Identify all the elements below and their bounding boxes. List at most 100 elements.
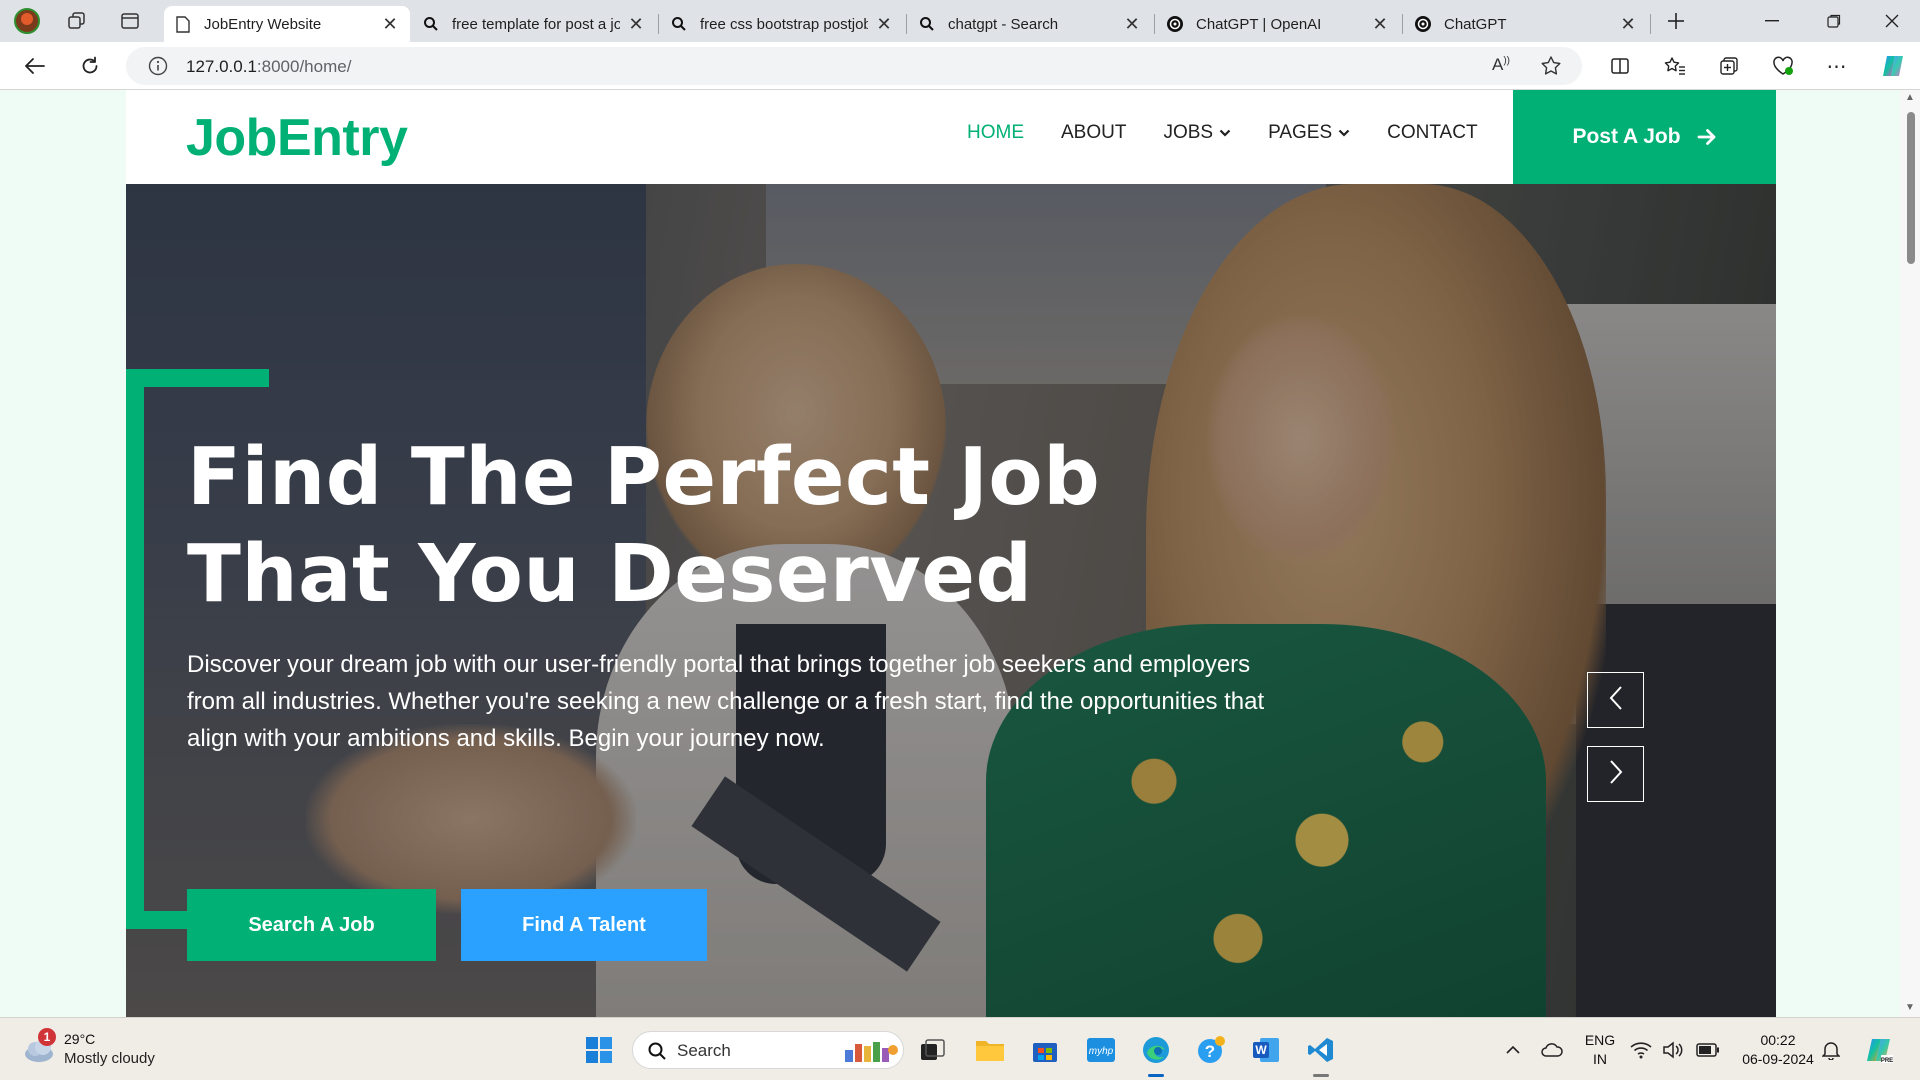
nav-about[interactable]: ABOUT	[1061, 122, 1126, 144]
vscode-icon[interactable]	[1302, 1031, 1340, 1069]
tab-actions-icon[interactable]	[117, 8, 143, 34]
close-icon[interactable]: ✕	[1370, 14, 1390, 34]
weather-temp: 29°C	[64, 1031, 96, 1047]
restore-icon[interactable]	[1806, 0, 1862, 42]
hero-carousel: Find The Perfect Job That You Deserved D…	[126, 184, 1776, 1017]
tab-title: chatgpt - Search	[948, 15, 1059, 33]
weather-widget[interactable]: 1 29°C Mostly cloudy	[22, 1028, 202, 1072]
page-scrollbar[interactable]: ▲ ▼	[1900, 90, 1920, 1017]
search-icon	[918, 15, 936, 33]
chevron-down-icon	[1219, 129, 1231, 137]
browser-tab-strip: JobEntry Website ✕ free template for pos…	[0, 0, 1920, 42]
address-bar[interactable]: 127.0.0.1:8000/home/ A))	[126, 47, 1582, 85]
post-job-button[interactable]: Post A Job	[1513, 90, 1776, 184]
word-icon[interactable]: W	[1247, 1031, 1285, 1069]
myhp-icon[interactable]: myhp	[1082, 1031, 1120, 1069]
minimize-icon[interactable]	[1744, 0, 1800, 42]
close-icon[interactable]: ✕	[1618, 14, 1638, 34]
site-info-icon[interactable]	[148, 56, 168, 81]
new-tab-icon[interactable]	[1663, 8, 1689, 34]
chevron-left-icon	[1608, 685, 1624, 716]
scroll-up-icon[interactable]: ▲	[1905, 92, 1915, 103]
copilot-taskbar-icon[interactable]: PRE	[1860, 1031, 1898, 1069]
tab-separator	[906, 14, 907, 34]
close-icon[interactable]: ✕	[626, 14, 646, 34]
volume-icon[interactable]	[1660, 1031, 1686, 1069]
microsoft-store-icon[interactable]	[1026, 1031, 1064, 1069]
hero-description: Discover your dream job with our user-fr…	[187, 651, 1265, 752]
refresh-icon[interactable]	[73, 50, 107, 82]
notification-bell-icon[interactable]	[1816, 1031, 1846, 1069]
more-menu-icon[interactable]: ⋯	[1820, 50, 1854, 82]
page-viewport: JobEntry HOME ABOUT JOBS PAGES CONTACT P…	[0, 90, 1900, 1017]
search-job-button[interactable]: Search A Job	[187, 889, 436, 961]
nav-jobs[interactable]: JOBS	[1163, 122, 1231, 144]
clock-date: 06-09-2024	[1742, 1051, 1814, 1067]
task-view-icon[interactable]	[914, 1031, 952, 1069]
nav-contact[interactable]: CONTACT	[1387, 122, 1477, 144]
copilot-icon[interactable]	[1876, 50, 1910, 82]
chevron-up-icon[interactable]	[1494, 1031, 1532, 1069]
tab-separator	[1402, 14, 1403, 34]
tab-title: ChatGPT	[1444, 15, 1507, 33]
scroll-down-icon[interactable]: ▼	[1905, 1002, 1915, 1013]
tab-separator	[658, 14, 659, 34]
wifi-icon[interactable]	[1628, 1031, 1654, 1069]
scrollbar-thumb[interactable]	[1907, 112, 1915, 264]
read-aloud-icon[interactable]: A))	[1492, 55, 1510, 75]
collections-icon[interactable]	[1712, 50, 1746, 82]
active-app-indicator	[1313, 1074, 1329, 1077]
tab-chatgpt-openai[interactable]: ChatGPT | OpenAI ✕	[1156, 6, 1400, 42]
search-icon	[647, 1041, 667, 1066]
tab-search-template[interactable]: free template for post a jo ✕	[412, 6, 656, 42]
windows-taskbar: 1 29°C Mostly cloudy Search myhp ? W ENG…	[0, 1017, 1920, 1080]
hero-title-line1: Find The Perfect Job	[187, 431, 1101, 523]
edge-browser-icon[interactable]	[1137, 1031, 1175, 1069]
close-icon[interactable]: ✕	[874, 14, 894, 34]
split-screen-icon[interactable]	[1603, 50, 1637, 82]
browser-essentials-icon[interactable]	[1766, 50, 1800, 82]
help-icon[interactable]: ?	[1192, 1031, 1230, 1069]
tab-jobentry[interactable]: JobEntry Website ✕	[164, 6, 410, 42]
nav-pages[interactable]: PAGES	[1268, 122, 1350, 144]
site-navbar: JobEntry HOME ABOUT JOBS PAGES CONTACT P…	[126, 90, 1776, 184]
battery-icon[interactable]	[1694, 1031, 1722, 1069]
close-window-icon[interactable]	[1864, 0, 1920, 42]
region-code: IN	[1593, 1051, 1607, 1067]
hero-title-line2: That You Deserved	[187, 528, 1033, 620]
favorites-icon[interactable]	[1658, 50, 1692, 82]
file-explorer-icon[interactable]	[971, 1031, 1009, 1069]
close-icon[interactable]: ✕	[380, 14, 400, 34]
workspaces-icon[interactable]	[64, 8, 90, 34]
site-logo[interactable]: JobEntry	[186, 108, 408, 168]
taskbar-search[interactable]: Search	[632, 1031, 904, 1069]
tab-separator	[1154, 14, 1155, 34]
browser-toolbar: 127.0.0.1:8000/home/ A)) ⋯	[0, 42, 1920, 90]
carousel-prev-button[interactable]	[1587, 672, 1644, 728]
tab-chatgpt[interactable]: ChatGPT ✕	[1404, 6, 1648, 42]
jobentry-site: JobEntry HOME ABOUT JOBS PAGES CONTACT P…	[126, 90, 1776, 1017]
notification-badge: 1	[38, 1028, 56, 1046]
url-text[interactable]: 127.0.0.1:8000/home/	[186, 57, 351, 77]
back-icon[interactable]	[18, 50, 52, 82]
profile-avatar-icon[interactable]	[14, 8, 40, 34]
tab-separator	[1650, 14, 1651, 34]
tab-search-bootstrap[interactable]: free css bootstrap postjob ✕	[660, 6, 904, 42]
main-nav: HOME ABOUT JOBS PAGES CONTACT	[967, 122, 1515, 144]
onedrive-icon[interactable]	[1533, 1031, 1571, 1069]
tab-chatgpt-search[interactable]: chatgpt - Search ✕	[908, 6, 1152, 42]
carousel-next-button[interactable]	[1587, 746, 1644, 802]
svg-text:PRE: PRE	[1881, 1058, 1893, 1064]
find-talent-button[interactable]: Find A Talent	[461, 889, 707, 961]
nav-home[interactable]: HOME	[967, 122, 1024, 144]
system-clock[interactable]: 00:22 06-09-2024	[1732, 1031, 1824, 1069]
page-icon	[174, 15, 192, 33]
search-highlight-icon	[841, 1036, 899, 1069]
language-indicator[interactable]: ENG IN	[1582, 1031, 1618, 1069]
svg-text:?: ?	[1205, 1042, 1215, 1061]
url-host: 127.0.0.1	[186, 57, 257, 76]
favorite-star-icon[interactable]	[1540, 55, 1562, 82]
close-icon[interactable]: ✕	[1122, 14, 1142, 34]
tab-title: free template for post a jo	[452, 15, 620, 33]
windows-start-icon[interactable]	[580, 1031, 618, 1069]
